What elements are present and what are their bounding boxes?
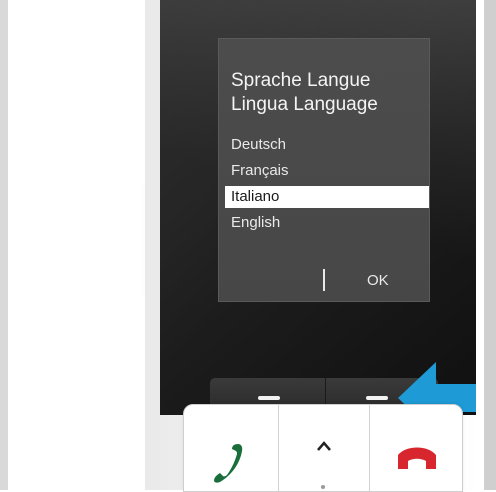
call-button[interactable] — [184, 405, 279, 491]
chevron-up-icon — [315, 439, 333, 457]
language-list: Deutsch Français Italiano English — [219, 134, 429, 238]
language-option-english[interactable]: English — [219, 212, 429, 234]
ok-softkey-label: OK — [367, 272, 389, 289]
right-frame-edge — [484, 0, 496, 490]
language-menu-title: Sprache Langue Lingua Language — [231, 70, 378, 115]
left-frame-edge — [0, 0, 8, 490]
hang-up-icon — [396, 439, 438, 480]
navigation-up-button[interactable] — [279, 405, 370, 491]
dash-icon — [366, 396, 388, 400]
phone-handset-icon — [210, 443, 244, 488]
phone-display: Sprache Langue Lingua Language Deutsch F… — [218, 38, 430, 302]
language-option-francais[interactable]: Français — [219, 160, 429, 182]
keypad — [183, 404, 463, 492]
language-option-italiano[interactable]: Italiano — [225, 186, 429, 208]
navigation-dot — [321, 485, 325, 489]
dash-icon — [258, 396, 280, 400]
end-call-button[interactable] — [370, 405, 462, 491]
softkey-label-divider — [323, 269, 325, 291]
language-option-deutsch[interactable]: Deutsch — [219, 134, 429, 156]
